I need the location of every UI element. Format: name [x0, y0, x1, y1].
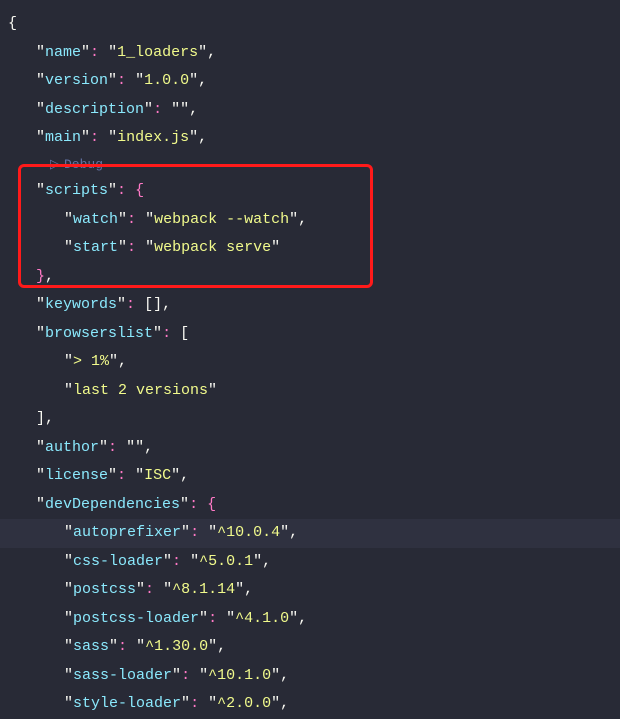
- key-postcss: postcss: [73, 581, 136, 598]
- line-description[interactable]: "description": "",: [8, 96, 612, 125]
- line-author[interactable]: "author": "",: [8, 434, 612, 463]
- line-autoprefixer[interactable]: "autoprefixer": "^10.0.4",: [8, 519, 612, 548]
- val-postcssloader: ^4.1.0: [235, 610, 289, 627]
- key-sass: sass: [73, 638, 109, 655]
- val-watch: webpack --watch: [154, 211, 289, 228]
- line-styleloader[interactable]: "style-loader": "^2.0.0",: [8, 690, 612, 719]
- val-styleloader: ^2.0.0: [217, 695, 271, 712]
- line-postcssloader[interactable]: "postcss-loader": "^4.1.0",: [8, 605, 612, 634]
- key-start: start: [73, 239, 118, 256]
- val-bl-0: > 1%: [73, 353, 109, 370]
- line-keywords[interactable]: "keywords": [],: [8, 291, 612, 320]
- key-version: version: [45, 72, 108, 89]
- val-autoprefixer: ^10.0.4: [217, 524, 280, 541]
- val-bl-1: last 2 versions: [73, 382, 208, 399]
- val-cssloader: ^5.0.1: [199, 553, 253, 570]
- line-postcss[interactable]: "postcss": "^8.1.14",: [8, 576, 612, 605]
- val-postcss: ^8.1.14: [172, 581, 235, 598]
- line-start[interactable]: "start": "webpack serve": [8, 234, 612, 263]
- key-name: name: [45, 44, 81, 61]
- key-sassloader: sass-loader: [73, 667, 172, 684]
- line-sassloader[interactable]: "sass-loader": "^10.1.0",: [8, 662, 612, 691]
- line-main[interactable]: "main": "index.js",: [8, 124, 612, 153]
- line-bl-1[interactable]: "last 2 versions": [8, 377, 612, 406]
- key-watch: watch: [73, 211, 118, 228]
- val-sassloader: ^10.1.0: [208, 667, 271, 684]
- play-icon: ▷: [50, 153, 60, 178]
- line-scripts-close[interactable]: },: [8, 263, 612, 292]
- key-browserslist: browserslist: [45, 325, 153, 342]
- key-scripts: scripts: [45, 182, 108, 199]
- line-devdeps-open[interactable]: "devDependencies": {: [8, 491, 612, 520]
- key-keywords: keywords: [45, 296, 117, 313]
- val-sass: ^1.30.0: [145, 638, 208, 655]
- key-description: description: [45, 101, 144, 118]
- val-license: ISC: [144, 467, 171, 484]
- val-version: 1.0.0: [144, 72, 189, 89]
- val-start: webpack serve: [154, 239, 271, 256]
- key-autoprefixer: autoprefixer: [73, 524, 181, 541]
- key-devdeps: devDependencies: [45, 496, 180, 513]
- key-license: license: [45, 467, 108, 484]
- line-scripts-open[interactable]: "scripts": {: [8, 177, 612, 206]
- line-open-brace[interactable]: {: [8, 10, 612, 39]
- key-main: main: [45, 129, 81, 146]
- key-styleloader: style-loader: [73, 695, 181, 712]
- val-name: 1_loaders: [117, 44, 198, 61]
- line-version[interactable]: "version": "1.0.0",: [8, 67, 612, 96]
- line-name[interactable]: "name": "1_loaders",: [8, 39, 612, 68]
- line-browserslist-close[interactable]: ],: [8, 405, 612, 434]
- key-cssloader: css-loader: [73, 553, 163, 570]
- line-sass[interactable]: "sass": "^1.30.0",: [8, 633, 612, 662]
- key-author: author: [45, 439, 99, 456]
- key-postcssloader: postcss-loader: [73, 610, 199, 627]
- debug-codelens[interactable]: ▷Debug: [8, 153, 612, 178]
- line-cssloader[interactable]: "css-loader": "^5.0.1",: [8, 548, 612, 577]
- val-main: index.js: [117, 129, 189, 146]
- line-watch[interactable]: "watch": "webpack --watch",: [8, 206, 612, 235]
- line-license[interactable]: "license": "ISC",: [8, 462, 612, 491]
- line-browserslist-open[interactable]: "browserslist": [: [8, 320, 612, 349]
- line-bl-0[interactable]: "> 1%",: [8, 348, 612, 377]
